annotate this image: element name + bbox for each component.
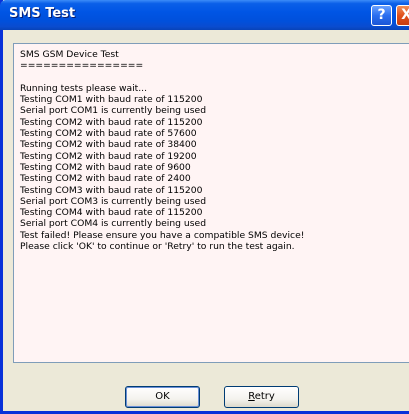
ok-button[interactable]: OK bbox=[125, 386, 200, 408]
retry-button[interactable]: Retry bbox=[224, 386, 299, 408]
log-line bbox=[20, 72, 304, 83]
log-line: Testing COM2 with baud rate of 9600 bbox=[20, 161, 191, 173]
sms-test-dialog: SMS Test ? X SMS GSM Device Test ========… bbox=[0, 0, 409, 414]
log-line: Testing COM1 with baud rate of 115200 bbox=[20, 94, 203, 106]
log-line: SMS GSM Device Test bbox=[20, 49, 119, 60]
log-line: Testing COM2 with baud rate of 2400 bbox=[20, 173, 191, 185]
test-log-textbox[interactable]: SMS GSM Device Test ================ Runn… bbox=[13, 43, 409, 363]
log-line: Serial port COM3 is currently being used bbox=[20, 195, 207, 207]
help-icon: ? bbox=[377, 7, 386, 23]
log-line: Testing COM2 with baud rate of 57600 bbox=[20, 128, 197, 140]
test-log-lines: SMS GSM Device Test ================ Runn… bbox=[20, 49, 304, 252]
help-button[interactable]: ? bbox=[371, 5, 392, 26]
log-line: ================ bbox=[20, 60, 144, 72]
log-line: Testing COM2 with baud rate of 19200 bbox=[20, 150, 197, 162]
ok-button-label: OK bbox=[155, 391, 170, 402]
log-line: Testing COM2 with baud rate of 115200 bbox=[20, 116, 203, 128]
title-bar[interactable]: SMS Test ? X bbox=[0, 0, 409, 30]
log-line: Serial port COM1 is currently being used bbox=[20, 105, 207, 117]
window-title: SMS Test bbox=[9, 6, 76, 21]
log-line: Test failed! Please ensure you have a co… bbox=[20, 229, 305, 241]
log-line: Testing COM4 with baud rate of 115200 bbox=[20, 207, 203, 219]
close-button[interactable]: X bbox=[396, 5, 409, 26]
close-icon: X bbox=[401, 7, 409, 23]
log-line: Serial port COM4 is currently being used bbox=[20, 218, 207, 230]
log-line: Please click 'OK' to continue or 'Retry'… bbox=[20, 241, 295, 253]
log-line: Testing COM3 with baud rate of 115200 bbox=[20, 184, 203, 196]
log-line: Running tests please wait... bbox=[20, 82, 148, 94]
retry-button-label: etry bbox=[254, 391, 275, 402]
log-line: Testing COM2 with baud rate of 38400 bbox=[20, 139, 197, 151]
